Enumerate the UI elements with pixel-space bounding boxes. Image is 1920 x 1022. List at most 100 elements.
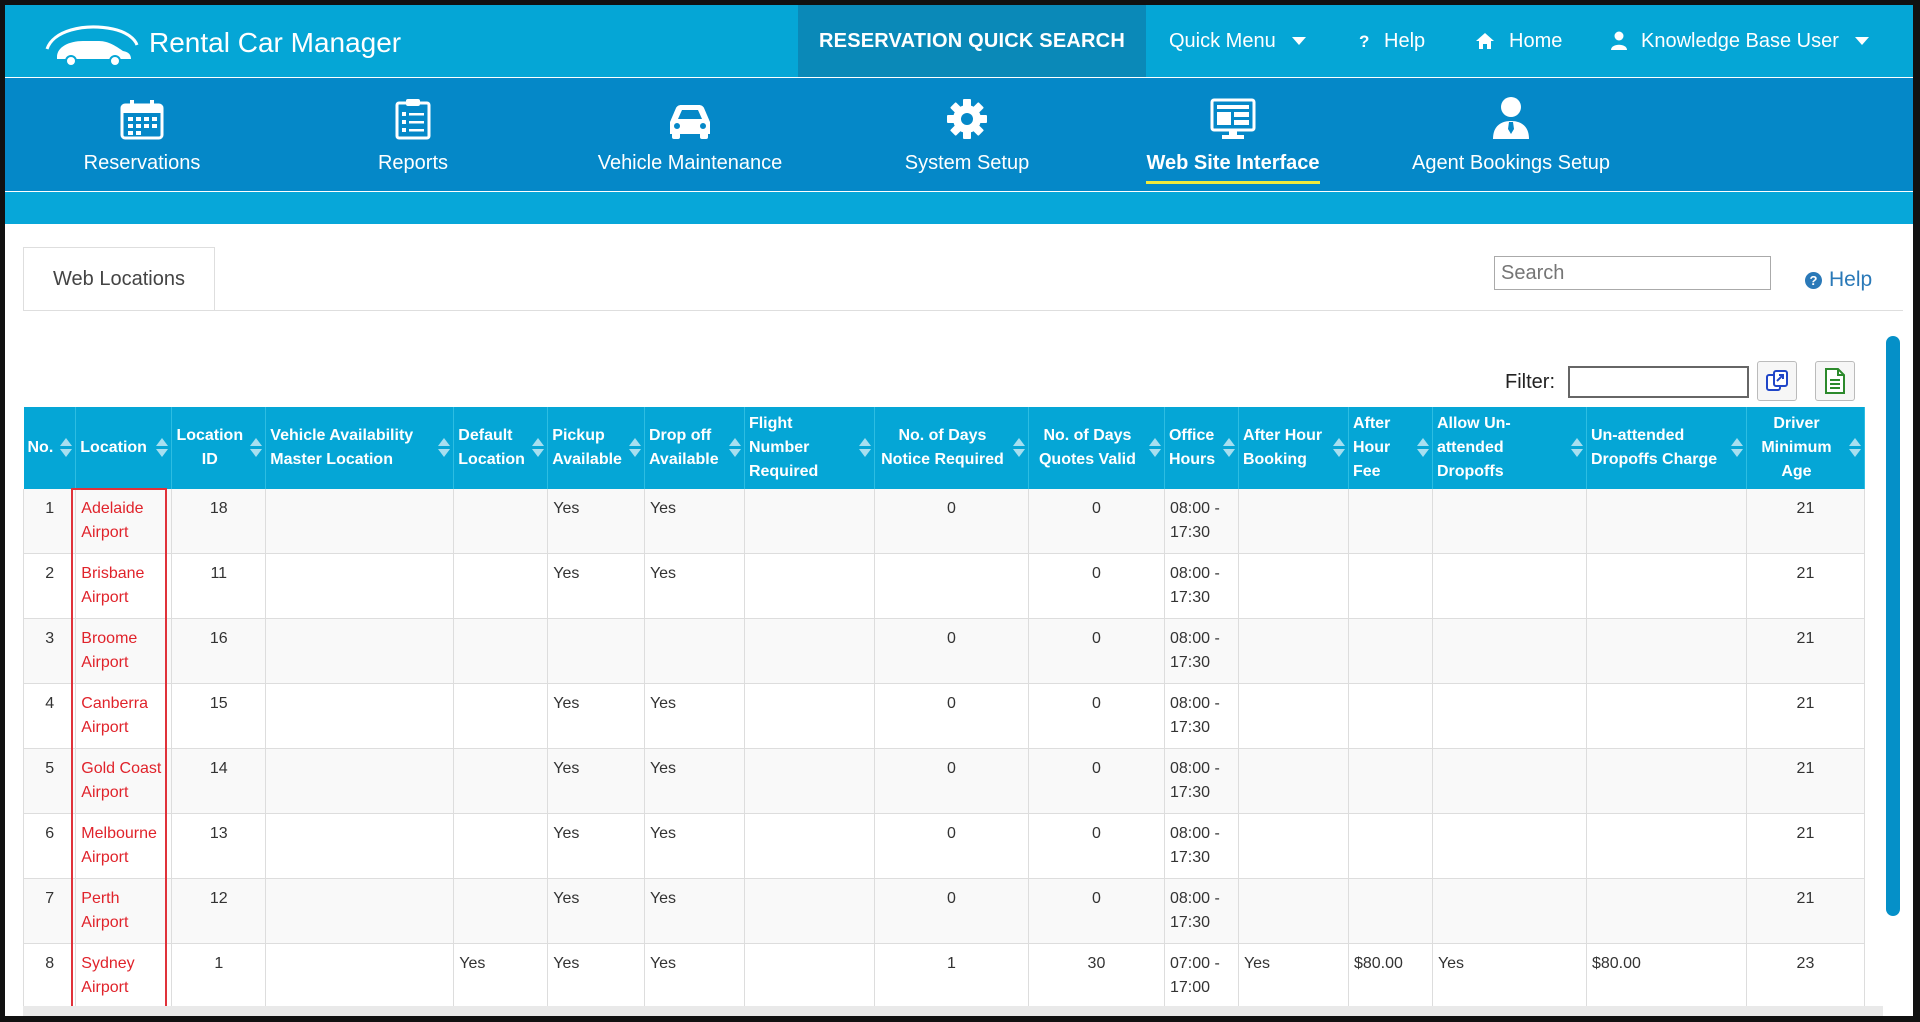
filter-label: Filter: [1505, 371, 1555, 393]
table-cell: Brisbane Airport [75, 553, 173, 619]
cell-value: Yes [649, 955, 677, 972]
cell-value: 4 [45, 695, 55, 712]
cell-value: 13 [209, 825, 228, 842]
quick-menu-dropdown[interactable]: Quick Menu [1169, 5, 1306, 77]
sort-icon [532, 438, 545, 458]
column-header-label: Driver Minimum Age [1761, 415, 1832, 480]
module-reservations[interactable]: Reservations [56, 78, 228, 191]
column-header[interactable]: Default Location [453, 407, 549, 489]
location-link[interactable]: Sydney Airport [81, 955, 134, 996]
help-nav-link[interactable]: ? Help [1358, 5, 1425, 77]
column-header[interactable]: Location ID [171, 407, 267, 489]
column-header[interactable]: Flight Number Required [744, 407, 875, 489]
horizontal-scrollbar[interactable] [23, 1006, 1883, 1016]
reservation-quick-search-button[interactable]: RESERVATION QUICK SEARCH [798, 5, 1146, 77]
cell-value: 0 [947, 760, 956, 777]
table-cell [453, 553, 549, 619]
table-cell [453, 683, 549, 749]
table-cell: Sydney Airport [75, 943, 173, 1009]
sort-icon [438, 438, 451, 458]
sort-icon [156, 438, 169, 458]
location-link[interactable]: Brisbane Airport [81, 565, 144, 606]
cell-value: 1 [45, 500, 55, 517]
table-cell: $80.00 [1348, 943, 1433, 1009]
table-cell: Yes [547, 878, 645, 944]
module-web-site-interface[interactable]: Web Site Interface [1133, 78, 1333, 191]
column-header[interactable]: Allow Un-attended Dropoffs [1432, 407, 1587, 489]
table-cell: 21 [1746, 553, 1865, 619]
table-cell: Yes [453, 943, 549, 1009]
cell-value: 16 [209, 630, 228, 647]
copy-button[interactable] [1757, 361, 1797, 401]
table-row: 1 Adelaide Airport 18 Yes Yes 0 0 08:00 - 17:30… [22, 489, 1865, 554]
column-header[interactable]: Location [75, 407, 173, 489]
column-header-label: Flight Number Required [748, 415, 819, 480]
vertical-scrollbar[interactable] [1886, 336, 1900, 916]
table-cell [744, 943, 875, 1009]
cell-value: 0 [1092, 825, 1101, 842]
search-input[interactable] [1494, 256, 1771, 290]
cell-value: Yes [553, 565, 580, 582]
column-header[interactable]: After Hour Fee [1348, 407, 1433, 489]
table-cell [1238, 748, 1349, 814]
column-header-label: After Hour Booking [1242, 427, 1323, 468]
column-header[interactable]: After Hour Booking [1238, 407, 1349, 489]
user-menu-dropdown[interactable]: Knowledge Base User [1611, 5, 1869, 77]
tab-web-locations[interactable]: Web Locations [23, 247, 215, 311]
cell-value: 11 [210, 565, 228, 582]
column-header[interactable]: Pickup Available [547, 407, 645, 489]
column-header[interactable]: Driver Minimum Age [1746, 407, 1865, 489]
export-csv-button[interactable] [1815, 361, 1855, 401]
cell-value: 6 [45, 825, 55, 842]
module-agent-bookings-setup[interactable]: Agent Bookings Setup [1401, 78, 1621, 191]
location-link[interactable]: Melbourne Airport [81, 825, 157, 866]
cell-value: 2 [45, 565, 55, 582]
table-cell: 21 [1746, 683, 1865, 749]
question-icon: ? [1359, 32, 1369, 50]
table-cell: 18 [171, 489, 267, 554]
table-cell [1238, 618, 1349, 684]
column-header[interactable]: Drop off Available [644, 407, 745, 489]
table-cell: 08:00 - 17:30 [1164, 553, 1239, 619]
table-cell: Yes [644, 489, 745, 554]
location-link[interactable]: Perth Airport [81, 890, 128, 931]
table-row: 2 Brisbane Airport 11 Yes Yes 0 08:00 - 17:30 2… [22, 553, 1865, 619]
table-cell [1586, 489, 1747, 554]
table-cell: Yes [547, 489, 645, 554]
column-header[interactable]: No. of Days Notice Required [874, 407, 1029, 489]
table-cell [744, 553, 875, 619]
table-cell: 16 [171, 618, 267, 684]
clipboard-list-icon [395, 99, 431, 140]
filter-input[interactable] [1568, 366, 1749, 398]
home-nav-link[interactable]: Home [1475, 5, 1562, 77]
location-link[interactable]: Gold Coast Airport [81, 760, 161, 801]
location-link[interactable]: Canberra Airport [81, 695, 148, 736]
column-header[interactable]: Un-attended Dropoffs Charge [1586, 407, 1747, 489]
module-system-setup[interactable]: System Setup [877, 78, 1057, 191]
table-cell [1586, 683, 1747, 749]
table-row: 7 Perth Airport 12 Yes Yes 0 0 08:00 - 17:30 21 [22, 878, 1865, 944]
table-cell [1586, 813, 1747, 879]
table-cell [1586, 618, 1747, 684]
column-header[interactable]: No. of Days Quotes Valid [1028, 407, 1165, 489]
cell-value: 21 [1796, 695, 1815, 712]
table-cell [1238, 813, 1349, 879]
table-cell [1432, 683, 1587, 749]
location-link[interactable]: Broome Airport [81, 630, 137, 671]
table-row: 4 Canberra Airport 15 Yes Yes 0 0 08:00 - 17:30… [22, 683, 1865, 749]
module-vehicle-maintenance[interactable]: Vehicle Maintenance [585, 78, 795, 191]
column-header-label: Default Location [458, 427, 525, 468]
table-cell [265, 618, 455, 684]
table-cell [744, 878, 875, 944]
table-cell: 0 [1028, 618, 1165, 684]
table-cell: 15 [171, 683, 267, 749]
column-header[interactable]: No. [23, 407, 77, 489]
table-cell: Yes [547, 553, 645, 619]
table-cell: Yes [547, 813, 645, 879]
location-link[interactable]: Adelaide Airport [81, 500, 143, 541]
column-header[interactable]: Office Hours [1164, 407, 1239, 489]
chevron-down-icon [1291, 37, 1306, 45]
module-reports[interactable]: Reports [343, 78, 483, 191]
column-header[interactable]: Vehicle Availability Master Location [265, 407, 455, 489]
help-link[interactable]: ? Help [1805, 268, 1872, 292]
